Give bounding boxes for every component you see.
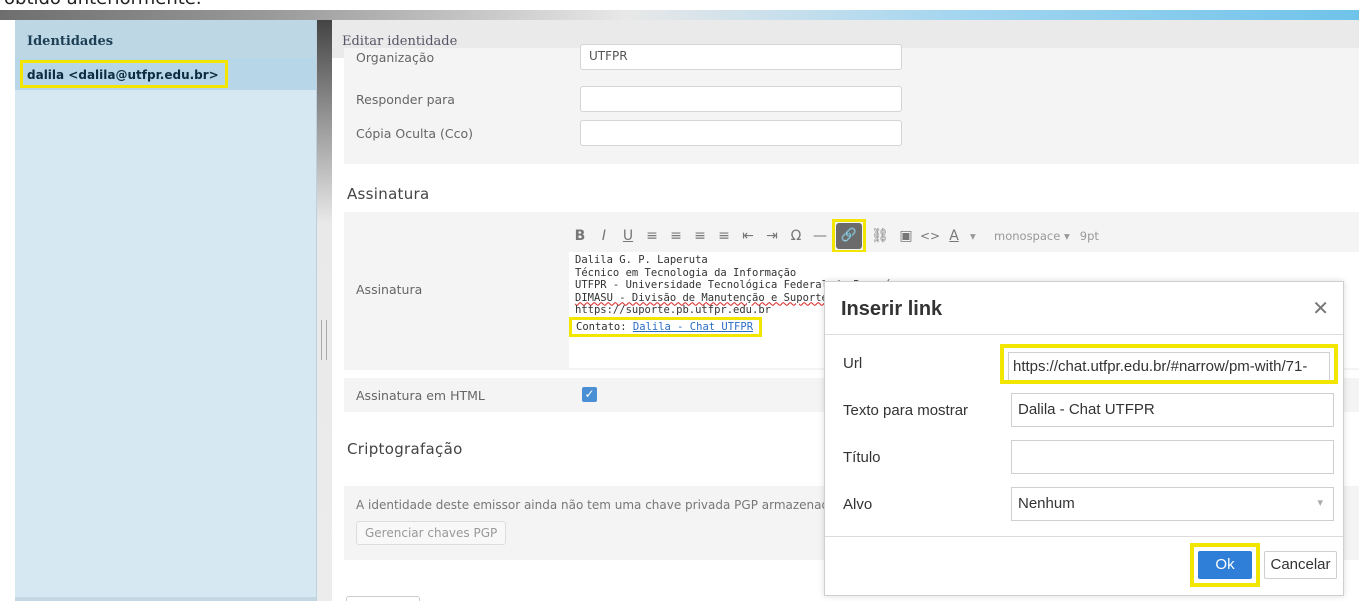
target-select-value: Nenhum — [1018, 495, 1075, 512]
special-char-button[interactable]: Ω — [784, 228, 808, 244]
contact-highlight: Contato: Dalila - Chat UTFPR — [569, 316, 763, 337]
dialog-title: Inserir link — [841, 298, 943, 320]
signature-line-text: Dalila G. P. Laperuta — [575, 254, 708, 266]
crypto-message: A identidade deste emissor ainda não tem… — [356, 498, 841, 512]
panel-splitter[interactable] — [317, 20, 332, 601]
field-row-bcc: Cópia Oculta (Cco) — [344, 116, 1359, 150]
display-text-label: Texto para mostrar — [843, 402, 969, 419]
signature-line: Dalila G. P. Laperuta — [575, 254, 1353, 267]
italic-button[interactable]: I — [592, 228, 616, 244]
organization-input[interactable]: UTFPR — [580, 44, 902, 70]
identity-fields: Organização UTFPR Responder para Cópia O… — [344, 44, 1359, 164]
font-family-select[interactable]: monospace ▾ — [994, 229, 1070, 243]
identity-item-label: dalila <dalila@utfpr.edu.br> — [20, 60, 228, 88]
cancel-button[interactable]: Cancelar — [1264, 551, 1337, 579]
ok-button[interactable]: Ok — [1198, 551, 1252, 579]
align-right-icon[interactable]: ≡ — [688, 228, 712, 244]
field-row-reply-to: Responder para — [344, 82, 1359, 116]
link-title-input[interactable] — [1011, 440, 1334, 474]
html-signature-checkbox[interactable]: ✓ — [582, 387, 597, 402]
splitter-grip[interactable] — [321, 320, 327, 360]
dialog-divider — [825, 536, 1343, 537]
font-family-value: monospace — [994, 229, 1061, 243]
font-size-select[interactable]: 9pt — [1080, 229, 1099, 243]
image-icon[interactable]: ▣ — [894, 228, 918, 244]
crypto-section-title: Criptografação — [347, 440, 463, 458]
outdent-icon[interactable]: ⇤ — [736, 228, 760, 244]
app-top-bar — [0, 10, 1359, 20]
signature-line: Técnico em Tecnologia da Informação — [575, 267, 1353, 280]
signature-line-text: DIMASU - Divisão de Manutenção e Suporte — [575, 291, 828, 304]
url-input-text: https://chat.utfpr.edu.br/#narrow/pm-wit… — [1008, 352, 1330, 380]
chevron-down-icon: ▾ — [1317, 497, 1323, 509]
field-row-organization: Organização UTFPR — [344, 40, 1359, 74]
unlink-icon[interactable]: ⛓ — [866, 228, 894, 244]
text-color-button[interactable]: A — [942, 228, 966, 244]
align-justify-icon[interactable]: ≡ — [712, 228, 736, 244]
identities-panel: Identidades dalila <dalila@utfpr.edu.br> — [15, 20, 317, 601]
target-select[interactable]: Nenhum ▾ — [1011, 487, 1334, 521]
align-left-icon[interactable]: ≡ — [640, 228, 664, 244]
url-label: Url — [843, 355, 863, 372]
identities-title: Identidades — [15, 20, 316, 58]
target-label: Alvo — [843, 496, 873, 513]
html-signature-label: Assinatura em HTML — [356, 388, 485, 403]
organization-label: Organização — [356, 50, 435, 65]
insert-link-dialog: Inserir link ✕ Url https://chat.utfpr.ed… — [824, 281, 1344, 596]
dialog-divider — [825, 334, 1343, 335]
align-center-icon[interactable]: ≡ — [664, 228, 688, 244]
link-title-label: Título — [843, 449, 881, 466]
manage-pgp-keys-button[interactable]: Gerenciar chaves PGP — [356, 521, 507, 545]
contact-link[interactable]: Dalila - Chat UTFPR — [633, 321, 753, 333]
bold-button[interactable]: B — [568, 228, 592, 244]
panel-footer — [15, 597, 316, 601]
contact-prefix: Contato: — [576, 320, 633, 333]
source-code-button[interactable]: <> — [918, 229, 942, 243]
insert-link-button[interactable]: 🔗 — [832, 219, 866, 253]
editor-toolbar: B I U ≡ ≡ ≡ ≡ ⇤ ⇥ Ω — 🔗 ⛓ ▣ <> A ▾ monos… — [568, 219, 1359, 253]
underline-button[interactable]: U — [616, 228, 640, 244]
page-caption: obtido anteriormente. — [0, 0, 1359, 10]
display-text-input[interactable]: Dalila - Chat UTFPR — [1011, 393, 1334, 427]
close-icon[interactable]: ✕ — [1312, 296, 1329, 320]
save-button-partial[interactable] — [346, 596, 420, 601]
signature-line-text: Técnico em Tecnologia da Informação — [575, 266, 797, 279]
horizontal-rule-button[interactable]: — — [808, 228, 832, 244]
reply-to-label: Responder para — [356, 92, 455, 107]
link-icon: 🔗 — [836, 223, 862, 249]
signature-section-title: Assinatura — [347, 185, 430, 203]
color-caret-icon[interactable]: ▾ — [970, 229, 984, 243]
signature-line-text: https://suporte.pb.utfpr.edu.br — [575, 304, 771, 316]
indent-icon[interactable]: ⇥ — [760, 228, 784, 244]
signature-label: Assinatura — [356, 282, 423, 297]
reply-to-input[interactable] — [580, 86, 902, 112]
bcc-label: Cópia Oculta (Cco) — [356, 126, 474, 141]
bcc-input[interactable] — [580, 120, 902, 146]
font-size-value: 9pt — [1079, 229, 1099, 243]
identity-item[interactable]: dalila <dalila@utfpr.edu.br> — [15, 58, 316, 90]
ok-button-highlight: Ok — [1190, 543, 1260, 587]
url-input[interactable]: https://chat.utfpr.edu.br/#narrow/pm-wit… — [1000, 344, 1338, 384]
